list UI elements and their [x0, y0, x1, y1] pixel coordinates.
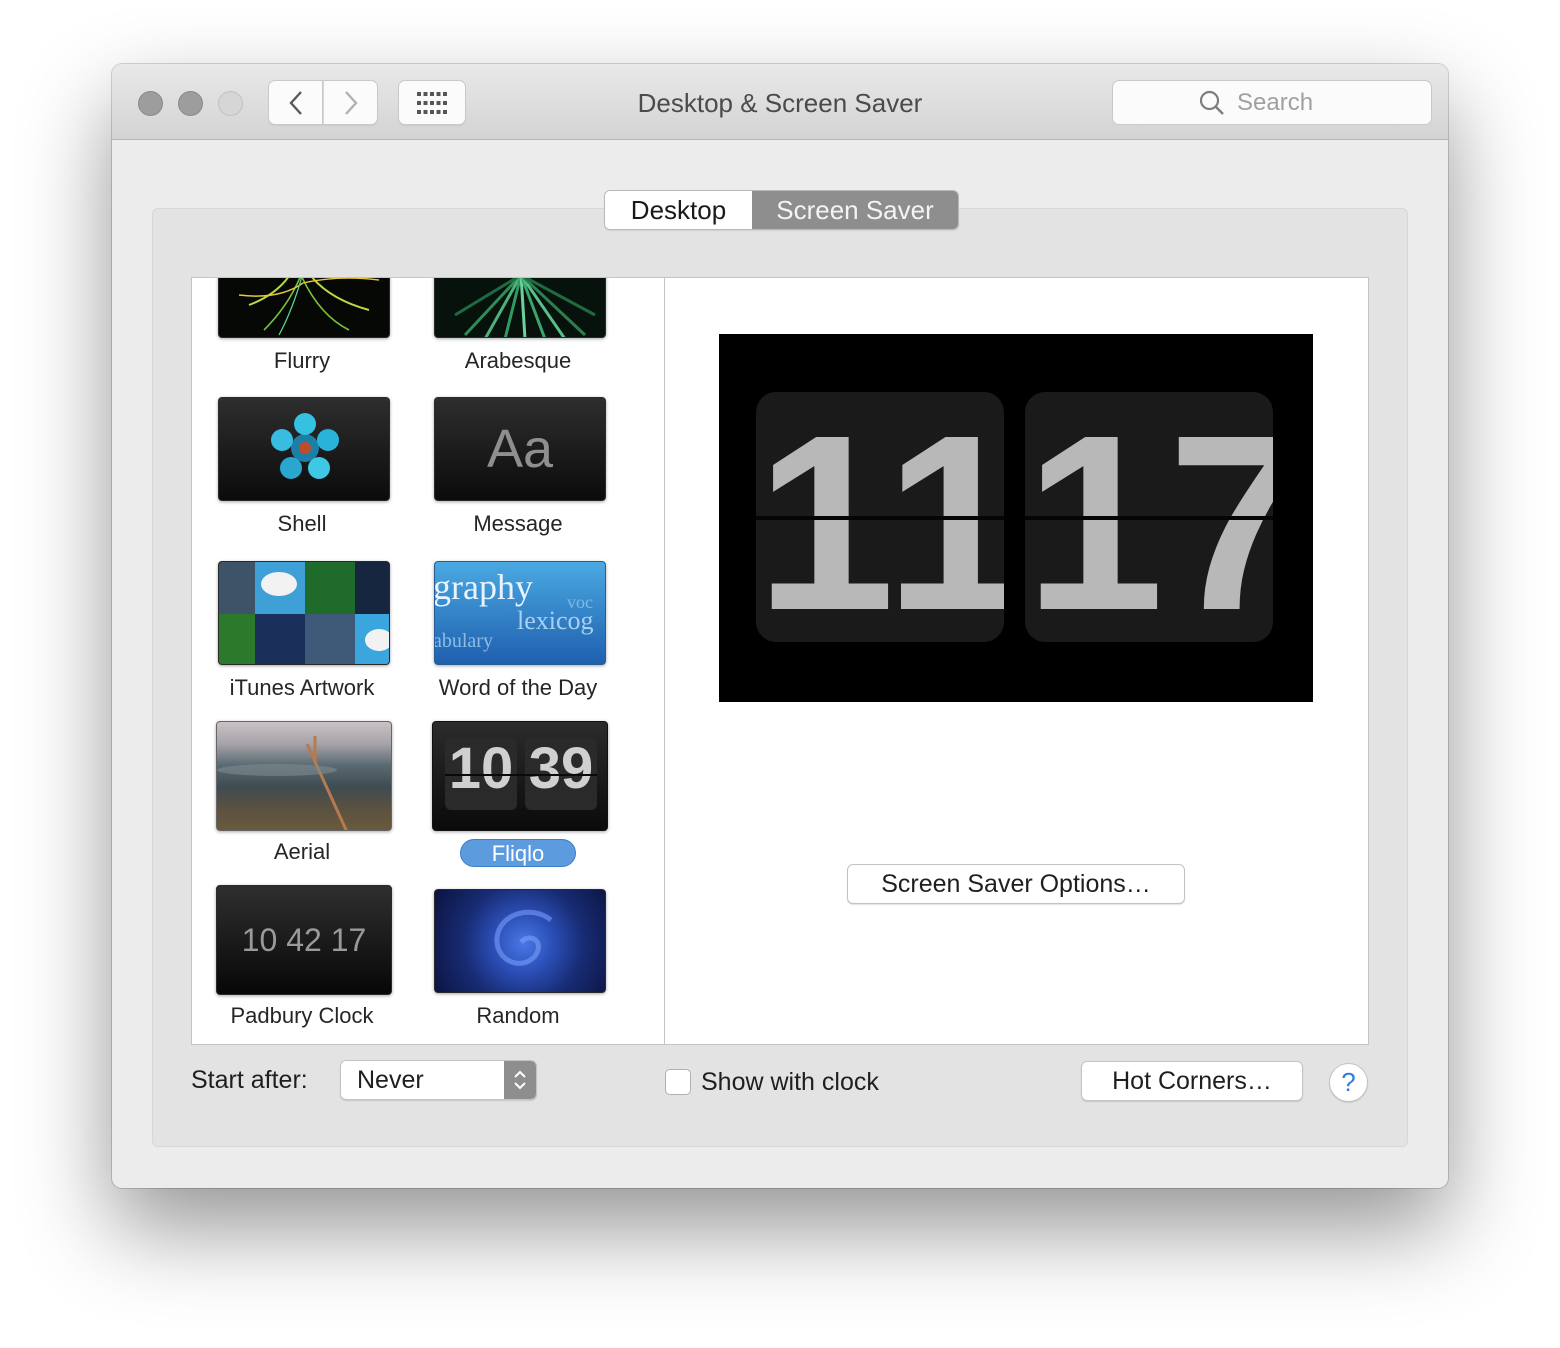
screen-saver-options-button[interactable]: Screen Saver Options…	[847, 864, 1185, 904]
hot-corners-button[interactable]: Hot Corners…	[1081, 1061, 1303, 1101]
item-label: Aerial	[273, 839, 331, 864]
padbury-clock-thumbnail: 10 42 17	[216, 885, 392, 995]
tab-desktop[interactable]: Desktop	[605, 191, 752, 229]
screen-saver-list[interactable]: Flurry Arabesque Shell Aa Message iTunes…	[191, 277, 665, 1045]
message-thumbnail: Aa	[434, 397, 606, 501]
random-thumbnail	[434, 889, 606, 993]
minutes-flip-card: 17	[1025, 392, 1273, 642]
show-with-clock-checkbox[interactable]	[665, 1069, 691, 1095]
start-after-value: Never	[357, 1066, 424, 1094]
tab-screen-saver[interactable]: Screen Saver	[752, 191, 958, 229]
flurry-thumbnail	[218, 278, 390, 338]
arabesque-thumbnail	[434, 278, 606, 338]
item-label: Shell	[277, 511, 327, 536]
word-of-the-day-thumbnail: graphy voc lexicog abulary	[434, 561, 606, 665]
search-field[interactable]	[1112, 80, 1432, 125]
hours-flip-card: 11	[756, 392, 1004, 642]
item-label: Flurry	[273, 348, 331, 373]
tab-control: Desktop Screen Saver	[604, 190, 959, 230]
item-label: iTunes Artwork	[229, 675, 375, 700]
title-bar: Desktop & Screen Saver	[112, 64, 1448, 140]
show-with-clock-label[interactable]: Show with clock	[701, 1068, 879, 1097]
item-label: Message	[473, 511, 563, 536]
item-label: Random	[476, 1003, 560, 1028]
itunes-artwork-thumbnail	[218, 561, 390, 665]
search-input[interactable]	[1235, 87, 1345, 118]
preferences-window: Desktop & Screen Saver Desktop Screen Sa…	[112, 64, 1448, 1188]
fliqlo-thumbnail: 10 39	[432, 721, 608, 831]
item-label-selected: Fliqlo	[460, 839, 576, 867]
item-label: Padbury Clock	[230, 1003, 374, 1028]
aerial-thumbnail	[216, 721, 392, 831]
shell-thumbnail	[218, 397, 390, 501]
updown-arrows-icon	[504, 1061, 536, 1099]
item-label: Word of the Day	[438, 675, 598, 700]
start-after-popup[interactable]: Never	[340, 1060, 537, 1100]
screen-saver-preview: 11 17	[719, 334, 1313, 702]
search-icon	[1199, 90, 1224, 115]
help-button[interactable]: ?	[1329, 1063, 1368, 1102]
item-label: Arabesque	[464, 348, 572, 373]
preview-pane: 11 17 Screen Saver Options…	[664, 277, 1369, 1045]
message-thumb-text: Aa	[486, 419, 554, 479]
start-after-label: Start after:	[191, 1066, 308, 1094]
